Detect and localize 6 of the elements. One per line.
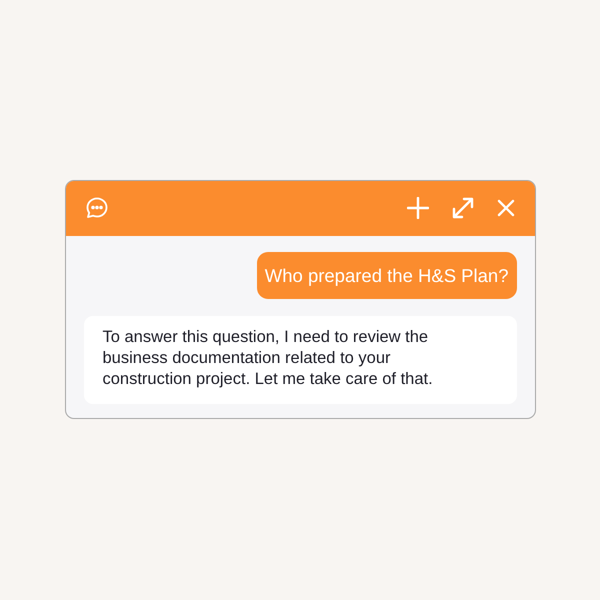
expand-button[interactable]	[450, 196, 474, 220]
chat-bubble-icon	[84, 196, 108, 220]
assistant-message: To answer this question, I need to review the business documentation related to your construction project. Let me take care of that.	[84, 316, 516, 404]
close-button[interactable]	[496, 199, 514, 217]
user-message: Who prepared the H&S Plan?	[256, 252, 516, 298]
add-button[interactable]	[406, 197, 428, 219]
